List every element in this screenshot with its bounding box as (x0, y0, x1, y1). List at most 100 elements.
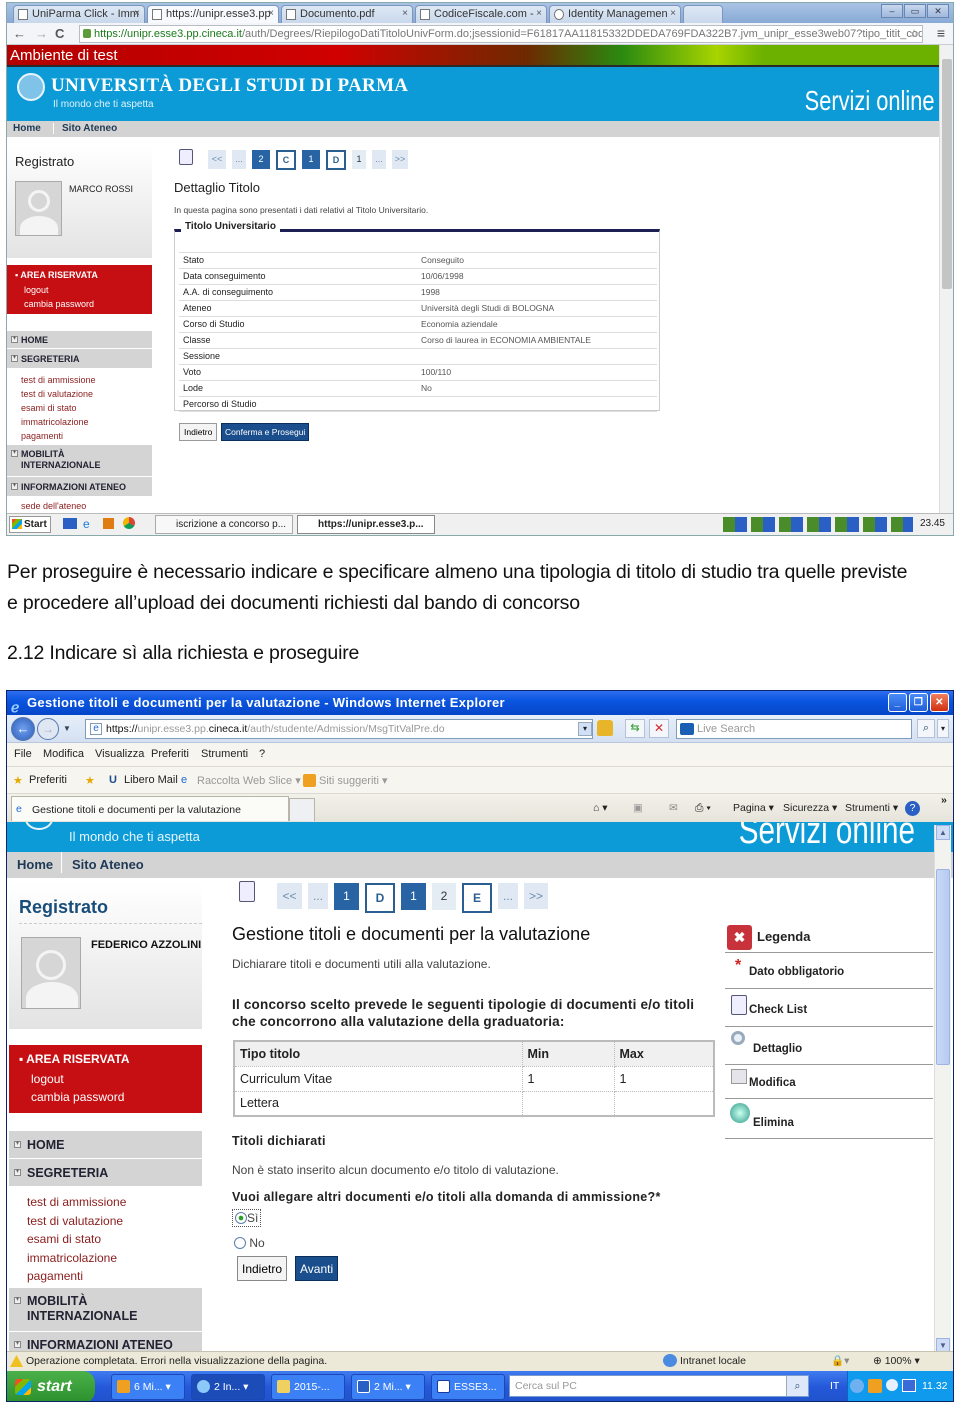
taskbar-button-active[interactable]: 2 In... ▾ (191, 1374, 265, 1400)
scrollbar-thumb[interactable] (936, 869, 950, 1065)
back-button[interactable]: Indietro (237, 1256, 288, 1281)
url-dropdown-icon[interactable]: ▾ (578, 722, 592, 736)
nav-home[interactable]: Home (13, 123, 41, 134)
link-test-ammissione[interactable]: test di ammissione (27, 1193, 202, 1212)
history-dropdown-icon[interactable]: ▼ (63, 724, 71, 733)
forward-icon[interactable]: → (37, 718, 59, 740)
link-esami-stato[interactable]: esami di stato (27, 1230, 202, 1249)
radio-no[interactable] (234, 1237, 246, 1249)
fav-siti-suggeriti[interactable]: Siti suggeriti ▾ (319, 774, 388, 787)
back-icon[interactable]: ← (13, 26, 26, 41)
desktop-search-input[interactable]: Cerca sul PC ⌕ (509, 1375, 809, 1397)
pager-last[interactable]: >> (392, 150, 408, 169)
change-password-link[interactable]: cambia password (24, 299, 94, 309)
pager-step[interactable]: E (462, 883, 492, 913)
favorites-button[interactable]: Preferiti (29, 774, 67, 786)
nav-sito-ateneo[interactable]: Sito Ateneo (61, 852, 144, 873)
protected-mode-icon[interactable]: 🔒▾ (831, 1354, 849, 1367)
menu-preferiti[interactable]: Preferiti (151, 748, 189, 760)
menu-strumenti[interactable]: Strumenti (201, 748, 248, 760)
print-icon[interactable]: ⎙ ▾ (695, 802, 711, 815)
media-icon[interactable] (103, 518, 114, 529)
menu-help[interactable]: ? (259, 748, 265, 760)
option-no[interactable]: No (234, 1236, 265, 1250)
fav-raccolta-web-slice[interactable]: Raccolta Web Slice ▾ (197, 774, 301, 787)
tray-mail-icon[interactable] (868, 1379, 882, 1393)
feeds-icon[interactable]: ▣ (633, 802, 643, 814)
pager-step[interactable]: C (276, 150, 296, 170)
start-button[interactable]: start (7, 1371, 95, 1401)
refresh-icon[interactable]: ⇆ (625, 719, 645, 738)
pager-step[interactable]: D (365, 883, 395, 913)
logout-link[interactable]: logout (31, 1072, 64, 1086)
pager-step[interactable]: 1 (334, 883, 359, 910)
start-button[interactable]: Start (9, 516, 51, 533)
sidebar-item-home[interactable]: + HOME (7, 331, 152, 349)
close-tab-icon[interactable]: × (268, 6, 274, 22)
confirm-continue-button[interactable]: Conferma e Prosegui (221, 423, 310, 441)
new-tab-button[interactable] (683, 5, 723, 23)
nav-sito-ateneo[interactable]: Sito Ateneo (53, 123, 117, 134)
back-button[interactable]: Indietro (179, 423, 218, 441)
url-field[interactable]: https://unipr.esse3.pp.cineca.it/auth/De… (79, 25, 923, 43)
back-icon[interactable]: ← (11, 717, 35, 741)
more-commands-icon[interactable]: » (941, 794, 947, 806)
pager-step[interactable]: 2 (252, 150, 270, 169)
radio-si-selected[interactable] (235, 1212, 247, 1224)
add-favorite-icon[interactable]: ★ (85, 774, 95, 787)
scroll-up-icon[interactable]: ▲ (936, 825, 950, 840)
link-sede-ateneo[interactable]: sede dell'ateneo (7, 497, 152, 511)
taskbar-button[interactable]: 2015-... (271, 1374, 345, 1400)
live-search-input[interactable]: Live Search (676, 719, 912, 739)
pager-first[interactable]: << (208, 150, 226, 169)
pager-step[interactable]: 2 (432, 883, 456, 910)
browser-tab[interactable]: UniParma Click - Imm × (13, 5, 145, 23)
forward-icon[interactable]: → (35, 26, 48, 41)
link-immatricolazione[interactable]: immatricolazione (27, 1249, 202, 1268)
menu-icon[interactable]: ≡ (937, 25, 945, 41)
pager-step-current[interactable]: 1 (401, 883, 426, 910)
search-icon[interactable]: ⌕ (786, 1376, 808, 1396)
browser-tab[interactable]: CodiceFiscale.com - × (415, 5, 547, 23)
close-icon[interactable]: ✕ (930, 693, 949, 712)
system-tray-icons[interactable] (723, 517, 913, 532)
sidebar-item-segreteria[interactable]: + SEGRETERIA (7, 349, 152, 369)
restore-icon[interactable]: ▭ (904, 4, 926, 18)
taskbar-button[interactable]: 2 Mi... ▾ (351, 1374, 425, 1400)
url-field[interactable]: e https://unipr.esse3.pp.cineca.it/auth/… (85, 719, 593, 739)
menu-visualizza[interactable]: Visualizza (95, 748, 144, 760)
vertical-scrollbar[interactable]: ▲ ▼ (934, 825, 951, 1353)
scrollbar-thumb[interactable] (942, 59, 952, 289)
desktop-icon[interactable] (63, 518, 77, 529)
tray-search-icon[interactable] (886, 1379, 898, 1391)
browser-tab[interactable]: Documento.pdf × (281, 5, 413, 23)
sidebar-item-mobilita[interactable]: + MOBILITÀ INTERNAZIONALE (9, 1287, 202, 1332)
search-icon[interactable]: ⌕ (917, 719, 935, 738)
mail-icon[interactable]: ✉ (669, 802, 678, 814)
taskbar-window-chrome[interactable]: https://unipr.esse3.p... (297, 515, 435, 534)
browser-tab-active[interactable]: e Gestione titoli e documenti per la valu… (11, 796, 289, 821)
zoom-level[interactable]: ⊕ 100% ▾ (873, 1355, 920, 1367)
vertical-scrollbar[interactable] (939, 45, 953, 513)
tools-menu[interactable]: Strumenti ▾ (845, 802, 898, 814)
sidebar-item-segreteria[interactable]: + SEGRETERIA (9, 1159, 202, 1187)
menu-modifica[interactable]: Modifica (43, 748, 84, 760)
nav-home[interactable]: Home (17, 857, 53, 872)
taskbar-button[interactable]: ESSE3... (431, 1374, 505, 1400)
link-test-valutazione[interactable]: test di valutazione (27, 1212, 202, 1231)
link-pagamenti[interactable]: pagamenti (21, 429, 152, 443)
minimize-icon[interactable]: _ (888, 693, 907, 712)
language-indicator[interactable]: IT (830, 1380, 839, 1392)
close-tab-icon[interactable]: × (536, 6, 542, 22)
close-tab-icon[interactable]: × (134, 6, 140, 22)
home-icon[interactable]: ⌂ ▾ (593, 802, 608, 814)
security-menu[interactable]: Sicurezza ▾ (783, 802, 837, 814)
help-icon[interactable]: ? (905, 801, 920, 816)
reload-icon[interactable]: C (55, 26, 64, 41)
close-icon[interactable]: ✕ (927, 4, 949, 18)
tray-expand-icon[interactable] (850, 1379, 864, 1393)
link-test-ammissione[interactable]: test di ammissione (21, 373, 152, 387)
minimize-icon[interactable]: – (881, 4, 903, 18)
warning-icon[interactable] (10, 1355, 23, 1367)
search-options-icon[interactable]: ▾ (937, 719, 949, 738)
